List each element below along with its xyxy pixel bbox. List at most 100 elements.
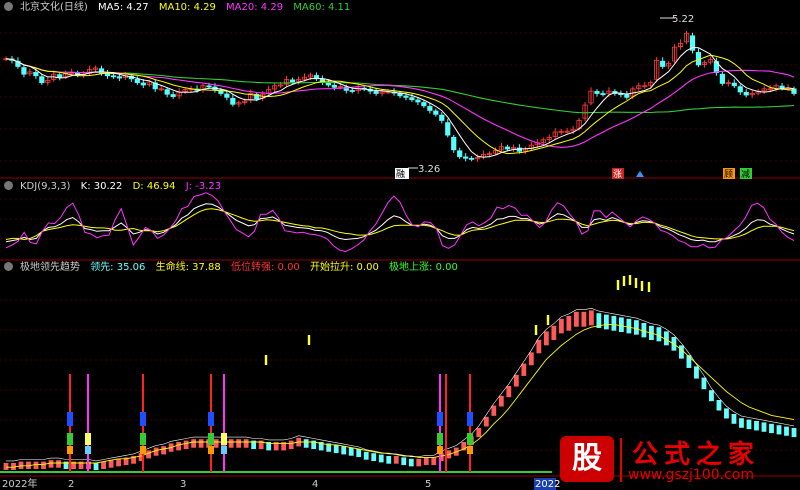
lead-bar [243, 439, 249, 448]
start-rise-marker [534, 325, 538, 335]
lead-bar [146, 450, 151, 459]
candle-body [164, 89, 170, 95]
ma60-line [5, 58, 795, 114]
signal-block-blue [140, 412, 146, 426]
low-turn-label: 低位转强: 0.00 [230, 262, 300, 273]
start-rise-marker [307, 335, 311, 345]
signal-block-orange [208, 446, 214, 454]
signal-block-orange [437, 446, 443, 454]
candle-body [230, 97, 236, 105]
lead-bar [228, 439, 234, 448]
stock-chart[interactable]: 5.22 3.26 融 涨 顾 减 2022年 2 3 4 5 2022 [0, 0, 800, 490]
k-label: K: 30.22 [80, 181, 123, 192]
candle-body [170, 94, 176, 97]
candle-body [504, 146, 511, 150]
lead-bar [724, 408, 729, 419]
lead-bar [183, 440, 189, 450]
ma5-line [5, 46, 795, 158]
lead-bar [161, 446, 166, 455]
signal-block-green [67, 433, 73, 445]
lead-bar [408, 458, 414, 467]
low-price-label: 3.26 [418, 164, 440, 175]
signal-jian-text: 减 [741, 168, 750, 180]
watermark-divider [620, 438, 622, 482]
lead-bar [333, 444, 339, 454]
lead-bar [48, 460, 54, 468]
lead-bar [656, 327, 662, 342]
candle-body [624, 94, 630, 98]
candle-body [289, 79, 296, 83]
lead-bar [386, 456, 392, 464]
watermark-url: www.gszj100.com [628, 467, 755, 483]
candle-body [791, 88, 797, 94]
ma60-label: MA60: 4.11 [293, 2, 351, 13]
signal-block-cyan [85, 446, 91, 454]
ma20-line [5, 58, 795, 148]
ma10-label: MA10: 4.29 [158, 2, 216, 13]
lead-bar [641, 323, 647, 338]
lead-bar [423, 457, 429, 466]
candle-body [660, 60, 666, 67]
lead-bar [769, 423, 774, 434]
x-tick-1: 2 [68, 479, 74, 490]
lead-bar [56, 460, 61, 468]
candle-body [134, 78, 140, 84]
signal-block-blue [208, 412, 214, 426]
lead-bar [694, 366, 699, 379]
candle-body [439, 114, 445, 121]
candle-body [331, 84, 337, 88]
lead-bar [191, 439, 197, 448]
candle-body [421, 102, 427, 107]
candle-body [110, 75, 117, 78]
lead-bar [416, 458, 422, 467]
lead-bar [528, 352, 534, 366]
candle-body [451, 136, 457, 151]
candle-body [409, 97, 415, 101]
ma10-line [5, 54, 795, 155]
lead-bar [176, 442, 182, 451]
price-panel[interactable] [3, 30, 797, 162]
lead-bar [739, 418, 744, 428]
lead-bar [3, 463, 9, 470]
lead-bar [716, 400, 722, 411]
start-rise-marker [616, 280, 620, 290]
candle-body [469, 157, 475, 160]
candle-body [779, 85, 785, 89]
lead-bar [731, 414, 737, 424]
candle-body [463, 156, 469, 159]
lead-bar [93, 463, 99, 470]
settings-dot-icon[interactable] [4, 181, 13, 190]
lead-bar [356, 449, 362, 458]
lead-bar [566, 316, 572, 331]
settings-dot-icon[interactable] [4, 262, 13, 271]
lead-bar [378, 454, 384, 463]
x-tick-5: 2022 [535, 479, 560, 490]
lead-bar [506, 386, 512, 398]
lead-bar [18, 461, 24, 470]
candle-body [57, 74, 63, 78]
lead-bar [634, 320, 639, 335]
settings-dot-icon[interactable] [4, 2, 13, 11]
x-tick-3: 4 [312, 479, 318, 490]
lead-bar [498, 395, 504, 407]
signal-gu-text: 顾 [724, 169, 733, 180]
candle-body [427, 106, 433, 111]
watermark-logo: 股 [560, 436, 614, 482]
signal-block-blue [467, 412, 473, 426]
signal-low-text: 融 [396, 169, 405, 180]
indicator-header: 极地领先趋势 领先: 35.06 生命线: 37.88 低位转强: 0.00 开… [4, 262, 465, 274]
lead-bar [573, 311, 579, 327]
indicator-title: 极地领先趋势 [20, 262, 80, 273]
polar-rise-label: 极地上涨: 0.00 [389, 262, 458, 273]
kdj-panel[interactable] [5, 192, 795, 253]
lead-bar [363, 451, 369, 460]
start-rise-marker [264, 355, 268, 365]
signal-block-blue [437, 412, 443, 426]
lead-bar [401, 457, 407, 466]
lead-bar [746, 419, 752, 430]
start-rise-marker [622, 276, 626, 286]
up-arrow-icon [636, 171, 644, 177]
candle-body [104, 73, 111, 77]
lead-label: 领先: 35.06 [90, 262, 146, 273]
signal-block-green [140, 433, 146, 445]
